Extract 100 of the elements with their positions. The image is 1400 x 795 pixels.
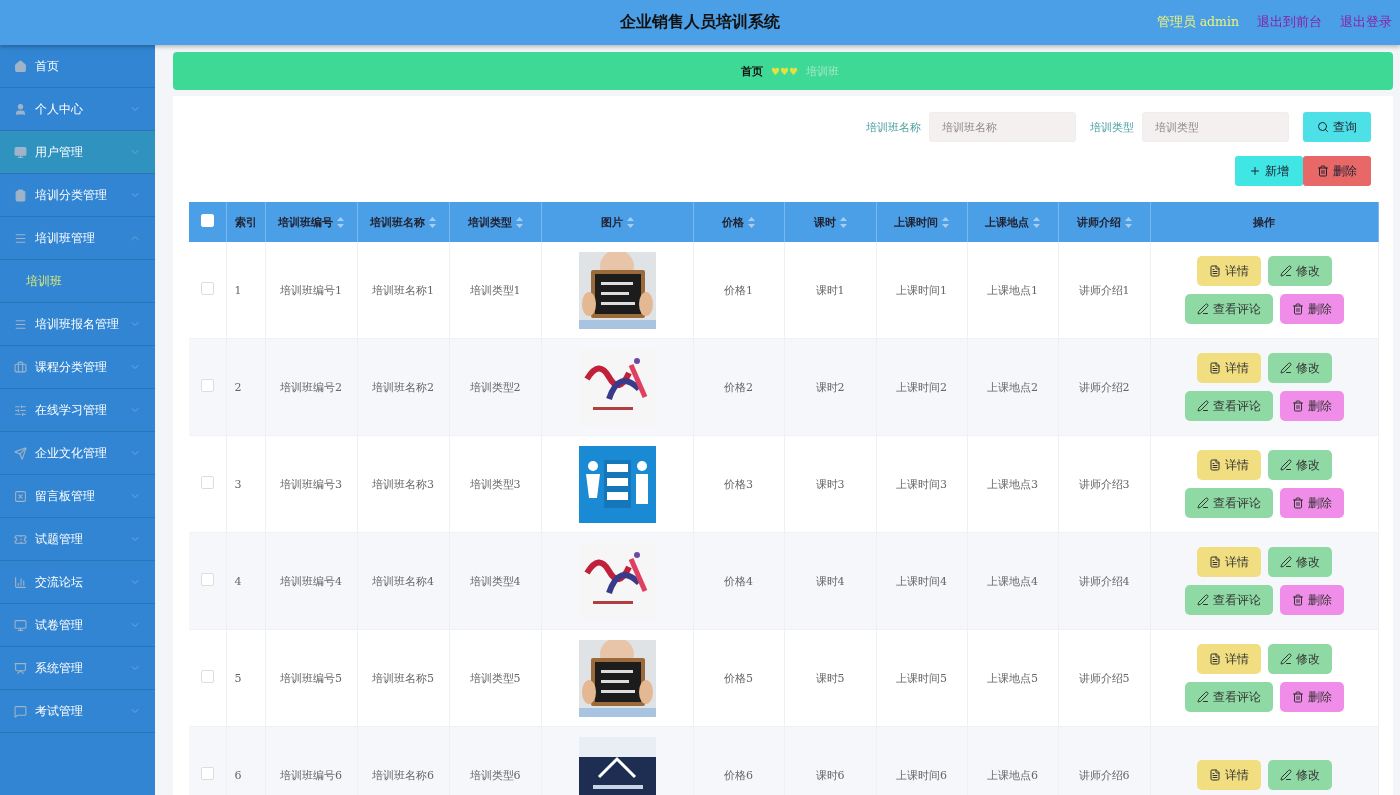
detail-button[interactable]: 详情 — [1196, 644, 1261, 674]
table-cell: 价格4 — [693, 532, 784, 630]
edit-button[interactable]: 修改 — [1267, 547, 1332, 577]
row-checkbox[interactable] — [200, 476, 214, 489]
table-cell: 价格6 — [693, 726, 784, 795]
trash-icon — [1291, 594, 1304, 606]
detail-button[interactable]: 详情 — [1196, 547, 1261, 577]
sort-icon — [515, 216, 523, 228]
column-header[interactable]: 培训班编号 — [265, 202, 357, 242]
comments-button[interactable]: 查看评论 — [1184, 585, 1273, 615]
table-cell: 培训班编号5 — [265, 629, 357, 727]
table-cell: 课时4 — [784, 532, 876, 630]
column-header[interactable]: 上课地点 — [967, 202, 1058, 242]
document-icon — [1208, 265, 1221, 277]
clipboard-icon — [14, 188, 27, 202]
detail-button[interactable]: 详情 — [1196, 353, 1261, 383]
column-header[interactable]: 讲师介绍 — [1058, 202, 1150, 242]
delete-button[interactable]: 删除 — [1279, 488, 1344, 518]
trash-icon — [1291, 400, 1304, 412]
briefcase-icon — [14, 360, 27, 374]
column-header[interactable]: 索引 — [226, 202, 265, 242]
pen-icon — [1196, 400, 1209, 412]
add-button[interactable]: 新增 — [1235, 156, 1303, 186]
column-header[interactable]: 上课时间 — [876, 202, 967, 242]
table-cell: 培训类型4 — [449, 532, 541, 630]
row-checkbox[interactable] — [200, 282, 214, 295]
user-label: 管理员 admin — [1156, 14, 1239, 31]
column-header[interactable]: 价格 — [693, 202, 784, 242]
table-cell: 上课地点1 — [967, 242, 1058, 339]
edit-button[interactable]: 修改 — [1267, 644, 1332, 674]
pen-icon — [1196, 497, 1209, 509]
comments-button[interactable]: 查看评论 — [1184, 391, 1273, 421]
edit-button[interactable]: 修改 — [1267, 450, 1332, 480]
table-cell: 5 — [226, 629, 265, 727]
table-cell: 培训类型3 — [449, 435, 541, 533]
comments-button[interactable]: 查看评论 — [1184, 294, 1273, 324]
table-cell: 培训班编号4 — [265, 532, 357, 630]
document-icon — [1208, 653, 1221, 665]
table-cell: 课时5 — [784, 629, 876, 727]
delete-button[interactable]: 删除 — [1279, 585, 1344, 615]
table-cell: 上课地点5 — [967, 629, 1058, 727]
table-cell: 上课地点4 — [967, 532, 1058, 630]
table-cell: 上课地点6 — [967, 726, 1058, 795]
message-icon — [14, 704, 27, 718]
field-label: 培训班名称 — [866, 119, 921, 135]
menu-icon — [14, 317, 27, 331]
column-header[interactable]: 培训班名称 — [357, 202, 449, 242]
breadcrumb-home[interactable]: 首页 — [741, 63, 763, 79]
search-button[interactable]: 查询 — [1303, 112, 1371, 142]
table-cell: 讲师介绍5 — [1058, 629, 1150, 727]
table-cell: 上课时间2 — [876, 338, 967, 436]
detail-button[interactable]: 详情 — [1196, 256, 1261, 286]
detail-button[interactable]: 详情 — [1196, 450, 1261, 480]
square-x-icon — [14, 489, 27, 503]
detail-button[interactable]: 详情 — [1196, 760, 1261, 790]
table-cell: 讲师介绍1 — [1058, 242, 1150, 339]
table-cell: 价格2 — [693, 338, 784, 436]
table-cell: 课时2 — [784, 338, 876, 436]
document-icon — [1208, 769, 1221, 781]
table-cell: 培训班编号1 — [265, 242, 357, 339]
comments-button[interactable]: 查看评论 — [1184, 682, 1273, 712]
column-header[interactable]: 培训类型 — [449, 202, 541, 242]
delete-button[interactable]: 删除 — [1279, 294, 1344, 324]
delete-button[interactable]: 删除 — [1279, 391, 1344, 421]
column-header[interactable]: 操作 — [1150, 202, 1378, 242]
table-cell: 讲师介绍4 — [1058, 532, 1150, 630]
delete-button[interactable]: 删除 — [1303, 156, 1371, 186]
sort-icon — [942, 216, 949, 228]
column-header[interactable]: 图片 — [541, 202, 693, 242]
table-cell: 培训班编号6 — [265, 726, 357, 795]
monitor-icon — [14, 618, 27, 632]
sort-icon — [1124, 216, 1132, 228]
edit-button[interactable]: 修改 — [1267, 760, 1332, 790]
trash-icon — [1291, 303, 1304, 315]
sort-icon — [626, 216, 634, 228]
row-checkbox[interactable] — [200, 573, 214, 586]
plus-icon — [1249, 165, 1261, 177]
edit-button[interactable]: 修改 — [1267, 353, 1332, 383]
delete-button[interactable]: 删除 — [1279, 682, 1344, 712]
ticket-icon — [14, 532, 27, 546]
table-cell: 课时3 — [784, 435, 876, 533]
row-checkbox[interactable] — [200, 767, 214, 780]
table-cell: 培训班名称1 — [357, 242, 449, 339]
table-cell: 培训班名称2 — [357, 338, 449, 436]
edit-button[interactable]: 修改 — [1267, 256, 1332, 286]
sidebar-item[interactable]: 用户管理 — [0, 131, 155, 174]
row-checkbox[interactable] — [200, 670, 214, 683]
search-field[interactable]: 培训班名称 — [929, 112, 1076, 142]
column-header[interactable]: 课时 — [784, 202, 876, 242]
select-all-checkbox[interactable] — [200, 214, 214, 227]
table-cell: 价格1 — [693, 242, 784, 339]
table-cell: 上课时间3 — [876, 435, 967, 533]
table-cell: 讲师介绍3 — [1058, 435, 1150, 533]
user-icon — [14, 102, 27, 116]
row-checkbox[interactable] — [200, 379, 214, 392]
table-cell: 上课时间4 — [876, 532, 967, 630]
trash-icon — [1291, 691, 1304, 703]
search-field[interactable]: 培训类型 — [1142, 112, 1289, 142]
table-cell: 2 — [226, 338, 265, 436]
comments-button[interactable]: 查看评论 — [1184, 488, 1273, 518]
